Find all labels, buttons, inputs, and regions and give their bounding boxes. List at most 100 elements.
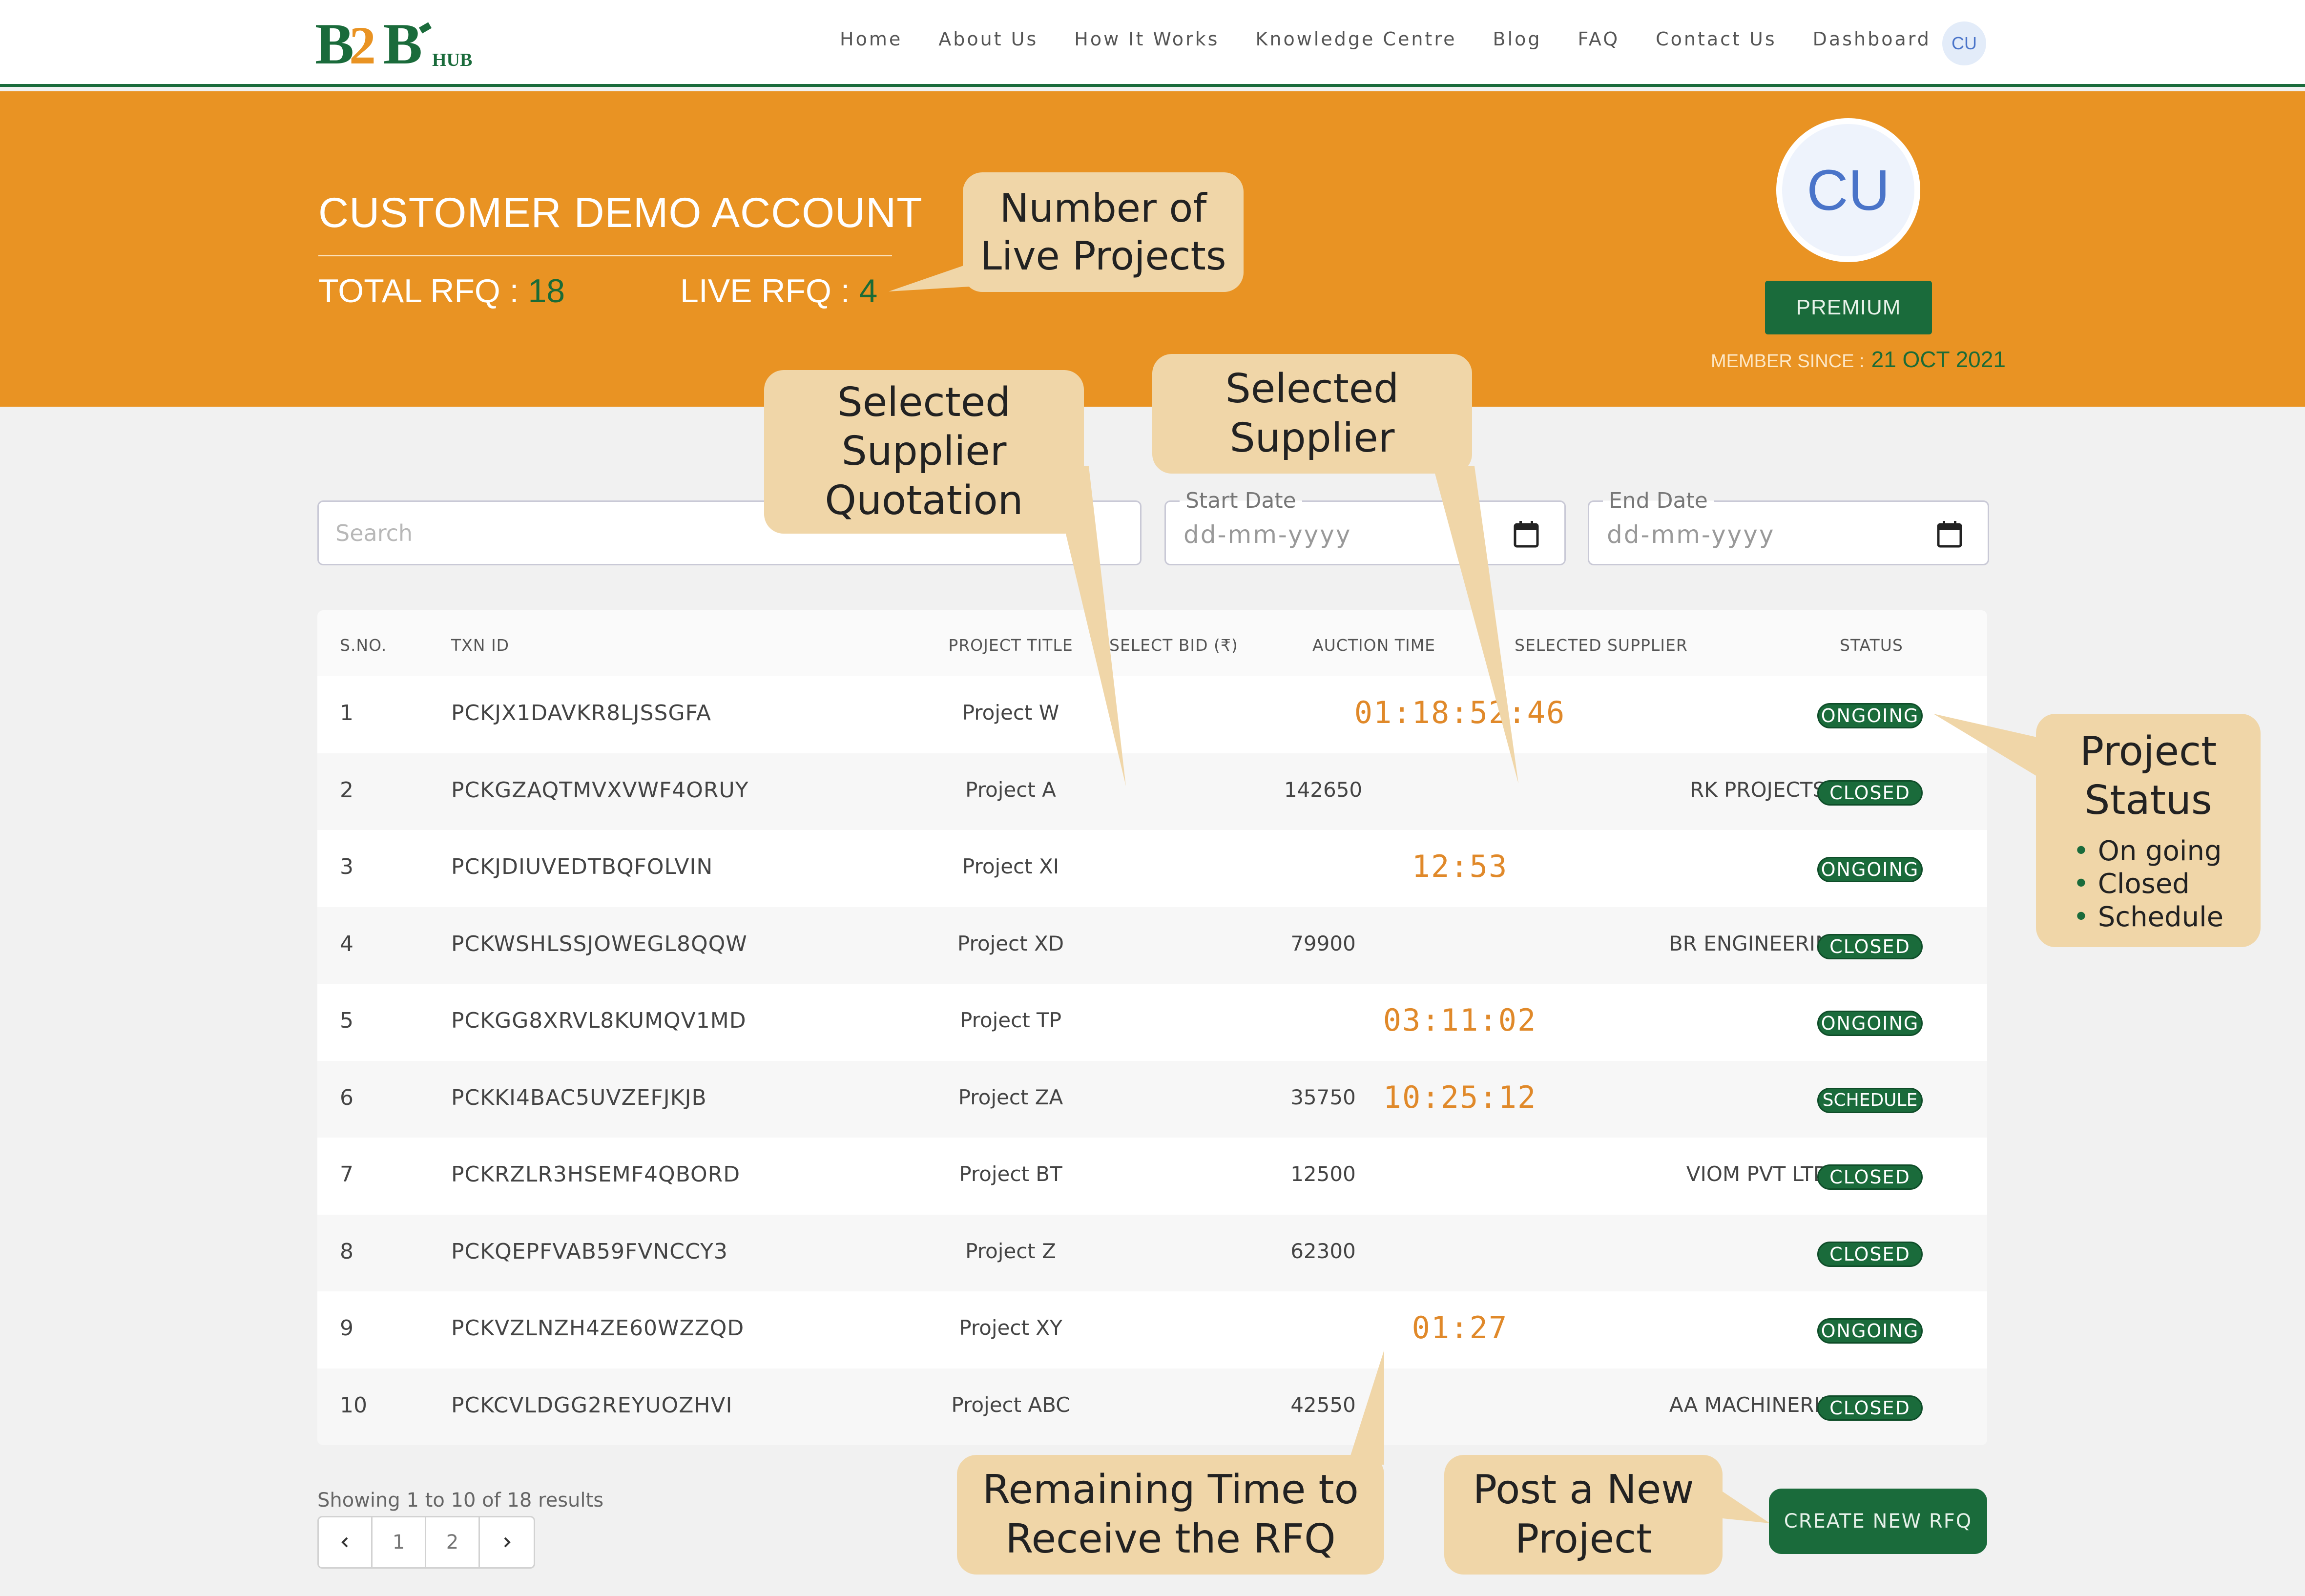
cell-txn-id: PCKQEPFVAB59FVNCCY3 xyxy=(451,1239,728,1264)
calendar-icon[interactable] xyxy=(1937,520,1962,548)
nav-faq[interactable]: FAQ xyxy=(1578,28,1620,50)
svg-text:2: 2 xyxy=(349,16,376,73)
cell-select-bid: 12500 xyxy=(1290,1162,1356,1186)
cell-select-bid: 62300 xyxy=(1290,1239,1356,1263)
cell-project-title: Project W xyxy=(962,701,1059,725)
member-since-label: MEMBER SINCE : xyxy=(1711,351,1865,372)
rfq-table: S.NO. TXN ID PROJECT TITLE SELECT BID (₹… xyxy=(317,610,1987,1445)
cell-select-bid: 79900 xyxy=(1290,931,1356,955)
user-avatar-large: CU xyxy=(1776,118,1920,262)
status-item-ongoing: On going xyxy=(2073,835,2223,868)
cell-select-bid: 142650 xyxy=(1284,777,1363,802)
nav-how-it-works[interactable]: How It Works xyxy=(1074,28,1219,50)
live-rfq-value: 4 xyxy=(859,272,878,310)
premium-badge: PREMIUM xyxy=(1765,281,1932,334)
chevron-right-icon xyxy=(504,1537,511,1548)
live-rfq-stat: LIVE RFQ : 4 xyxy=(680,272,877,310)
member-since-value: 21 OCT 2021 xyxy=(1871,347,2006,372)
create-new-rfq-button[interactable]: CREATE NEW RFQ xyxy=(1769,1489,1987,1554)
end-date-placeholder: dd-mm-yyyy xyxy=(1607,520,1775,549)
cell-auction-time: 12:53 xyxy=(1412,849,1508,884)
status-item-schedule: Schedule xyxy=(2073,901,2223,933)
status-badge: CLOSED xyxy=(1817,933,1923,959)
cell-sno: 10 xyxy=(340,1392,367,1418)
table-row[interactable]: 3 PCKJDIUVEDTBQFOLVIN Project XI 12:53 ONGOI… xyxy=(317,830,1987,907)
nav-home[interactable]: Home xyxy=(840,28,902,50)
next-page-button[interactable] xyxy=(480,1517,534,1567)
svg-text:B: B xyxy=(383,15,422,73)
cell-txn-id: PCKJX1DAVKR8LJSSGFA xyxy=(451,701,711,725)
cell-sno: 9 xyxy=(340,1316,353,1341)
col-sno: S.NO. xyxy=(340,636,387,655)
prev-page-button[interactable] xyxy=(319,1517,373,1567)
start-date-field[interactable]: Start Date dd-mm-yyyy xyxy=(1164,488,1566,565)
top-navbar: B 2 B HUB Home About Us How It Works Kno… xyxy=(0,0,2305,87)
cell-sno: 1 xyxy=(340,701,353,725)
end-date-field[interactable]: End Date dd-mm-yyyy xyxy=(1588,488,1989,565)
cell-project-title: Project XD xyxy=(957,931,1064,955)
nav-links: Home About Us How It Works Knowledge Cen… xyxy=(840,28,1967,50)
cell-auction-time: 10:25:12 xyxy=(1383,1079,1537,1115)
cell-txn-id: PCKJDIUVEDTBQFOLVIN xyxy=(451,854,713,879)
cell-auction-time: 01:18:52:46 xyxy=(1354,695,1566,730)
table-row[interactable]: 7 PCKRZLR3HSEMF4QBORD Project BT 12500 VIOM … xyxy=(317,1138,1987,1215)
callout-remaining-time: Remaining Time to Receive the RFQ xyxy=(957,1455,1384,1575)
table-row[interactable]: 5 PCKGG8XRVL8KUMQV1MD Project TP 03:11:02 ON… xyxy=(317,984,1987,1061)
results-summary: Showing 1 to 10 of 18 results xyxy=(317,1489,604,1512)
project-status-list: On going Closed Schedule xyxy=(2073,835,2223,933)
chevron-left-icon xyxy=(341,1537,348,1548)
table-row[interactable]: 6 PCKKI4BAC5UVZEFJKJB Project ZA 35750 10:25… xyxy=(317,1060,1987,1138)
nav-knowledge-centre[interactable]: Knowledge Centre xyxy=(1255,28,1456,50)
nav-dashboard[interactable]: Dashboard xyxy=(1813,28,1931,50)
live-rfq-label: LIVE RFQ : xyxy=(680,272,859,310)
page-2-button[interactable]: 2 xyxy=(426,1517,480,1567)
table-row[interactable]: 8 PCKQEPFVAB59FVNCCY3 Project Z 62300 CLOSED xyxy=(317,1214,1987,1291)
cell-project-title: Project ABC xyxy=(951,1392,1070,1417)
cell-sno: 2 xyxy=(340,777,353,803)
start-date-label: Start Date xyxy=(1180,488,1302,513)
cell-txn-id: PCKGG8XRVL8KUMQV1MD xyxy=(451,1008,747,1033)
table-row[interactable]: 10 PCKCVLDGG2REYUOZHVI Project ABC 42550 AA … xyxy=(317,1368,1987,1445)
cell-sno: 3 xyxy=(340,854,353,879)
nav-contact-us[interactable]: Contact Us xyxy=(1656,28,1777,50)
col-selected-supplier: SELECTED SUPPLIER xyxy=(1515,636,1688,655)
callout-live-projects: Number of Live Projects xyxy=(963,172,1244,292)
cell-sno: 6 xyxy=(340,1085,353,1110)
cell-txn-id: PCKVZLNZH4ZE60WZZQD xyxy=(451,1316,745,1341)
nav-about-us[interactable]: About Us xyxy=(938,28,1038,50)
callout-project-status: Project Status On going Closed Schedule xyxy=(2036,714,2261,947)
cell-txn-id: PCKGZAQTMVXVWF4ORUY xyxy=(451,777,749,803)
account-title: CUSTOMER DEMO ACCOUNT xyxy=(318,189,923,236)
cell-sno: 7 xyxy=(340,1162,353,1187)
table-row[interactable]: 1 PCKJX1DAVKR8LJSSGFA Project W 01:18:52:46… xyxy=(317,676,1987,753)
user-avatar-small[interactable]: CU xyxy=(1942,21,1986,65)
nav-blog[interactable]: Blog xyxy=(1493,28,1542,50)
callout-selected-supplier: Selected Supplier xyxy=(1152,354,1472,474)
cell-select-bid: 42550 xyxy=(1290,1392,1356,1417)
cell-txn-id: PCKCVLDGG2REYUOZHVI xyxy=(451,1392,733,1418)
svg-text:HUB: HUB xyxy=(432,50,472,70)
pagination: 1 2 xyxy=(317,1516,535,1569)
cell-project-title: Project A xyxy=(965,777,1056,802)
status-badge: ONGOING xyxy=(1817,703,1923,728)
callout-supplier-quotation: Selected Supplier Quotation xyxy=(764,370,1084,534)
page-1-button[interactable]: 1 xyxy=(373,1517,426,1567)
cell-txn-id: PCKKI4BAC5UVZEFJKJB xyxy=(451,1085,707,1110)
cell-txn-id: PCKRZLR3HSEMF4QBORD xyxy=(451,1162,741,1187)
total-rfq-value: 18 xyxy=(528,272,565,310)
table-row[interactable]: 9 PCKVZLNZH4ZE60WZZQD Project XY 01:27 ONGOI… xyxy=(317,1291,1987,1368)
table-header: S.NO. TXN ID PROJECT TITLE SELECT BID (₹… xyxy=(317,610,1987,676)
total-rfq-label: TOTAL RFQ : xyxy=(318,272,528,310)
table-row[interactable]: 4 PCKWSHLSSJOWEGL8QQW Project XD 79900 BR EN… xyxy=(317,907,1987,984)
callout-project-status-title: Project Status xyxy=(2079,728,2217,824)
cell-auction-time: 01:27 xyxy=(1412,1310,1508,1346)
calendar-icon[interactable] xyxy=(1514,520,1539,548)
callout-remaining-time-text: Remaining Time to Receive the RFQ xyxy=(982,1467,1359,1562)
table-row[interactable]: 2 PCKGZAQTMVXVWF4ORUY Project A 142650 RK PR… xyxy=(317,753,1987,830)
status-badge: CLOSED xyxy=(1817,780,1923,806)
start-date-placeholder: dd-mm-yyyy xyxy=(1184,520,1352,549)
cell-sno: 5 xyxy=(340,1008,353,1033)
callout-post-new-project: Post a New Project xyxy=(1444,1455,1723,1575)
cell-auction-time: 03:11:02 xyxy=(1383,1002,1537,1038)
b2b-hub-logo[interactable]: B 2 B HUB xyxy=(315,15,481,73)
